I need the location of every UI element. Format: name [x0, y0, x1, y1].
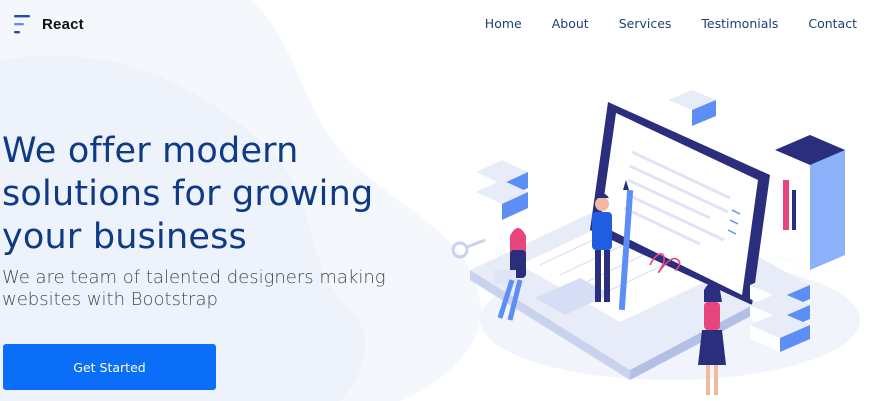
brand-name: React — [42, 15, 84, 33]
nav-about[interactable]: About — [552, 16, 589, 31]
get-started-button[interactable]: Get Started — [3, 344, 216, 390]
hero-title-line: your business — [2, 217, 247, 257]
hero-subtitle-line: We are team of talented designers making — [2, 267, 386, 288]
hero-subtitle: We are team of talented designers making… — [2, 267, 422, 311]
menu-lines-icon — [14, 15, 30, 34]
main-nav: Home About Services Testimonials Contact — [485, 16, 857, 31]
nav-home[interactable]: Home — [485, 16, 522, 31]
nav-services[interactable]: Services — [619, 16, 672, 31]
page: React Home About Services Testimonials C… — [0, 0, 871, 401]
top-navbar: React Home About Services Testimonials C… — [0, 0, 871, 46]
nav-contact[interactable]: Contact — [808, 16, 857, 31]
hero-title: We offer modern solutions for growing yo… — [2, 130, 422, 259]
nav-testimonials[interactable]: Testimonials — [701, 16, 778, 31]
laptop-team-illustration — [451, 90, 860, 395]
hero-subtitle-line: websites with Bootstrap — [2, 289, 218, 310]
hero-section: We offer modern solutions for growing yo… — [2, 130, 422, 311]
brand[interactable]: React — [12, 12, 84, 36]
hero-title-line: We offer modern — [2, 131, 299, 171]
hero-title-line: solutions for growing — [2, 174, 374, 214]
